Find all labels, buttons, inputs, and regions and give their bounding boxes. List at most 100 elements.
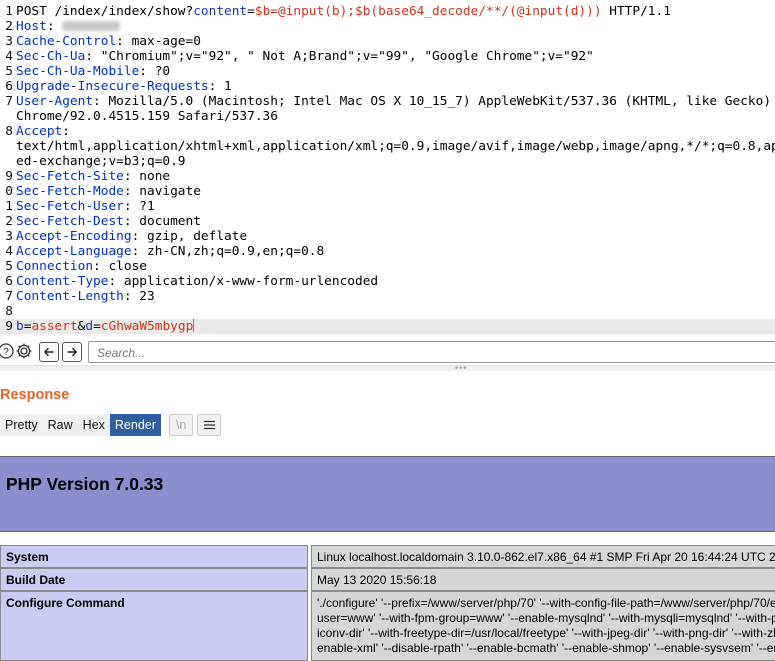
- editor-line[interactable]: 9 Sec-Fetch-Site: none: [0, 169, 775, 184]
- tab-hex[interactable]: Hex: [77, 414, 110, 436]
- line-text: b=assert&d=cGhwaW5mbygp: [16, 319, 195, 334]
- code-token: Chrome/92.0.4515.159 Safari/537.36: [16, 109, 278, 124]
- code-token: : max-age=0: [116, 34, 201, 49]
- line-number: 2: [5, 19, 13, 34]
- header-name: Connection: [16, 259, 94, 274]
- code-token: :: [46, 19, 63, 34]
- editor-line[interactable]: 5 Connection: close: [0, 259, 775, 274]
- editor-line[interactable]: 1 Sec-Fetch-User: ?1: [0, 199, 775, 214]
- drag-handle-icon[interactable]: •••: [455, 364, 467, 373]
- editor-line[interactable]: 6 Upgrade-Insecure-Requests: 1: [0, 79, 775, 94]
- header-name: Accept: [16, 124, 63, 139]
- line-number: 5: [5, 64, 13, 79]
- editor-line[interactable]: 2 Sec-Fetch-Dest: document: [0, 214, 775, 229]
- code-token: d: [85, 319, 94, 334]
- line-number: 7: [5, 94, 13, 109]
- code-token: =: [93, 319, 101, 334]
- line-text: Sec-Fetch-User: ?1: [16, 199, 155, 214]
- line-text: Accept-Encoding: gzip, deflate: [16, 229, 247, 244]
- code-token: : none: [123, 169, 171, 184]
- search-input[interactable]: [95, 345, 699, 361]
- render-view: PHP Version 7.0.33 System Linux localhos…: [0, 443, 775, 661]
- editor-line[interactable]: 8: [0, 304, 775, 319]
- header-name: Upgrade-Insecure-Requests: [16, 79, 209, 94]
- line-text: User-Agent: Mozilla/5.0 (Macintosh; Inte…: [16, 94, 771, 109]
- question-circle-icon[interactable]: ?: [0, 342, 15, 360]
- header-name: Content-Type: [16, 274, 109, 289]
- row-key: Build Date: [0, 568, 308, 591]
- editor-line[interactable]: 0 Sec-Fetch-Mode: navigate: [0, 184, 775, 199]
- editor-line[interactable]: 4 Sec-Ch-Ua: "Chromium";v="92", " Not A;B…: [0, 49, 775, 64]
- arrow-left-icon[interactable]: [39, 342, 59, 362]
- editor-line[interactable]: 6 Content-Type: application/x-www-form-ur…: [0, 274, 775, 289]
- editor-line[interactable]: 7 Content-Length: 23: [0, 289, 775, 304]
- line-text: Content-Type: application/x-www-form-url…: [16, 274, 378, 289]
- header-name: Accept-Language: [16, 244, 132, 259]
- code-token: =: [247, 4, 255, 19]
- code-token: text/html,application/xhtml+xml,applicat…: [16, 139, 775, 154]
- line-number: 5: [5, 259, 13, 274]
- code-token: : application/x-www-form-urlencoded: [108, 274, 379, 289]
- code-token: : close: [93, 259, 147, 274]
- php-version-title: PHP Version 7.0.33: [6, 474, 164, 494]
- header-name: User-Agent: [16, 94, 94, 109]
- code-token: content: [193, 4, 248, 19]
- gear-icon[interactable]: [15, 342, 33, 360]
- editor-line[interactable]: 8 Accept:: [0, 124, 775, 139]
- line-number: 6: [5, 79, 13, 94]
- row-value: Linux localhost.localdomain 3.10.0-862.e…: [311, 545, 775, 568]
- header-name: Cache-Control: [16, 34, 117, 49]
- line-number: 3: [5, 34, 13, 49]
- line-number: 9: [5, 319, 13, 334]
- response-view-tabs: Pretty Raw Hex Render \n: [0, 414, 222, 436]
- request-editor[interactable]: 1 POST /index/index/show?content=$b=@inpu…: [0, 0, 775, 337]
- line-text: Sec-Fetch-Dest: document: [16, 214, 201, 229]
- code-token: HTTP/1.1: [601, 4, 671, 19]
- tab-render[interactable]: Render: [109, 414, 161, 436]
- tab-pretty[interactable]: Pretty: [0, 414, 43, 436]
- code-token: : zh-CN,zh;q=0.9,en;q=0.8: [131, 244, 325, 259]
- line-number: 4: [5, 49, 13, 64]
- header-name: Accept-Encoding: [16, 229, 132, 244]
- tab-raw[interactable]: Raw: [42, 414, 78, 436]
- editor-line[interactable]: 3 Accept-Encoding: gzip, deflate: [0, 229, 775, 244]
- editor-line[interactable]: ed-exchange;v=b3;q=0.9: [0, 154, 775, 169]
- code-token: : 1: [208, 79, 232, 94]
- line-number: 8: [5, 124, 13, 139]
- header-name: Sec-Fetch-Dest: [16, 214, 124, 229]
- editor-line[interactable]: 9 b=assert&d=cGhwaW5mbygp: [0, 319, 775, 334]
- editor-line[interactable]: text/html,application/xhtml+xml,applicat…: [0, 139, 775, 154]
- hamburger-menu-icon[interactable]: [197, 414, 222, 436]
- line-text: Upgrade-Insecure-Requests: 1: [16, 79, 232, 94]
- row-key: System: [0, 545, 308, 568]
- editor-line[interactable]: Chrome/92.0.4515.159 Safari/537.36: [0, 109, 775, 124]
- row-value: './configure' '--prefix=/www/server/php/…: [311, 591, 775, 661]
- header-name: Host: [16, 19, 47, 34]
- php-header-band: PHP Version 7.0.33: [0, 456, 775, 532]
- line-number: 9: [5, 169, 13, 184]
- header-name: Sec-Fetch-Site: [16, 169, 124, 184]
- line-text: Cache-Control: max-age=0: [16, 34, 201, 49]
- editor-line[interactable]: 7 User-Agent: Mozilla/5.0 (Macintosh; Int…: [0, 94, 775, 109]
- line-number: 2: [5, 214, 13, 229]
- code-token: : ?1: [123, 199, 155, 214]
- line-text: Sec-Fetch-Mode: navigate: [16, 184, 201, 199]
- header-name: Sec-Ch-Ua-Mobile: [16, 64, 140, 79]
- editor-line[interactable]: 4 Accept-Language: zh-CN,zh;q=0.9,en;q=0.…: [0, 244, 775, 259]
- search-box: [88, 341, 775, 363]
- editor-line[interactable]: 2 Host:: [0, 19, 775, 34]
- arrow-right-icon[interactable]: [62, 342, 82, 362]
- line-text: Sec-Ch-Ua-Mobile: ?0: [16, 64, 170, 79]
- line-number: 0: [5, 184, 13, 199]
- pane-splitter[interactable]: •••: [0, 364, 775, 373]
- editor-line[interactable]: 1 POST /index/index/show?content=$b=@inpu…: [0, 4, 775, 19]
- line-text: Accept:: [16, 124, 70, 139]
- newline-toggle[interactable]: \n: [168, 414, 194, 436]
- line-text: POST /index/index/show?content=$b=@input…: [16, 4, 671, 19]
- header-name: Content-Length: [16, 289, 124, 304]
- code-token: : 23: [123, 289, 155, 304]
- editor-line[interactable]: 3 Cache-Control: max-age=0: [0, 34, 775, 49]
- line-number: 8: [5, 304, 13, 319]
- line-text: Content-Length: 23: [16, 289, 155, 304]
- editor-line[interactable]: 5 Sec-Ch-Ua-Mobile: ?0: [0, 64, 775, 79]
